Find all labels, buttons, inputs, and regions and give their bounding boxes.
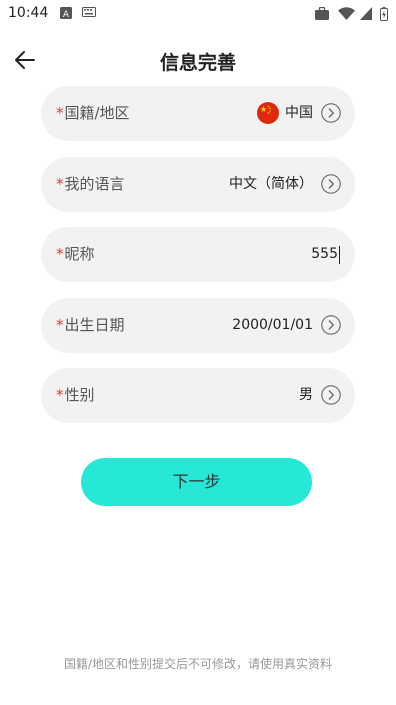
required-mark: * bbox=[56, 316, 64, 334]
chevron-right-circle-icon[interactable] bbox=[321, 103, 341, 123]
field-nickname[interactable]: *昵称 555 bbox=[41, 227, 355, 282]
required-mark: * bbox=[56, 104, 64, 122]
china-flag-icon bbox=[257, 102, 279, 124]
briefcase-icon bbox=[315, 7, 329, 20]
field-value: 中文（简体） bbox=[229, 176, 313, 192]
page-title: 信息完善 bbox=[159, 52, 236, 74]
field-value: 中国 bbox=[285, 105, 313, 121]
svg-text:A: A bbox=[63, 10, 70, 19]
field-label: *国籍/地区 bbox=[56, 86, 130, 141]
keyboard-icon bbox=[82, 7, 96, 17]
required-mark: * bbox=[56, 245, 64, 263]
field-birthdate[interactable]: *出生日期 2000/01/01 bbox=[41, 298, 355, 353]
field-label-text: 昵称 bbox=[64, 245, 95, 263]
field-label-text: 我的语言 bbox=[64, 175, 125, 193]
battery-icon bbox=[380, 7, 388, 21]
field-label: *我的语言 bbox=[56, 157, 125, 212]
status-bar: 10:44 A bbox=[0, 0, 396, 28]
nickname-input[interactable]: 555 bbox=[311, 227, 338, 282]
next-step-button[interactable]: 下一步 bbox=[81, 458, 312, 506]
signal-icon bbox=[360, 7, 372, 20]
field-label: *性别 bbox=[56, 368, 95, 423]
field-label: *出生日期 bbox=[56, 298, 125, 353]
field-label-text: 国籍/地区 bbox=[64, 104, 130, 122]
chevron-right-circle-icon[interactable] bbox=[321, 315, 341, 335]
required-mark: * bbox=[56, 386, 64, 404]
chevron-right-circle-icon[interactable] bbox=[321, 174, 341, 194]
chevron-right-circle-icon[interactable] bbox=[321, 385, 341, 405]
field-gender[interactable]: *性别 男 bbox=[41, 368, 355, 423]
status-time: 10:44 bbox=[8, 5, 49, 21]
field-nationality[interactable]: *国籍/地区 中国 bbox=[41, 86, 355, 141]
footer-notice: 国籍/地区和性别提交后不可修改，请使用真实资料 bbox=[63, 657, 333, 671]
field-value: 男 bbox=[299, 387, 313, 403]
field-label-text: 出生日期 bbox=[64, 316, 125, 334]
required-mark: * bbox=[56, 175, 64, 193]
field-value: 2000/01/01 bbox=[232, 317, 313, 333]
field-language[interactable]: *我的语言 中文（简体） bbox=[41, 157, 355, 212]
keyboard-a-icon: A bbox=[60, 7, 72, 19]
header: 信息完善 bbox=[0, 40, 396, 80]
field-label: *昵称 bbox=[56, 227, 95, 282]
text-cursor bbox=[338, 246, 340, 264]
field-label-text: 性别 bbox=[64, 386, 95, 404]
wifi-icon bbox=[338, 7, 355, 20]
